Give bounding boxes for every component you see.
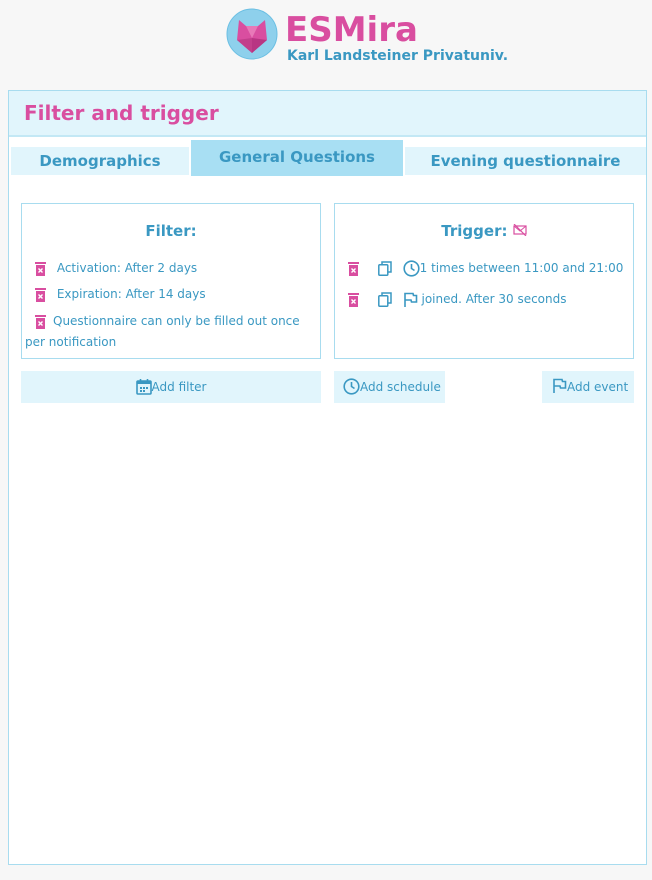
- filter-item: Activation: After 2 days: [34, 258, 314, 279]
- copy-icon[interactable]: [377, 292, 392, 307]
- trigger-box: Trigger: 1 times between 11:00 and 21:00…: [334, 203, 634, 359]
- add-filter-label: Add filter: [151, 380, 207, 394]
- trigger-title: Trigger:: [441, 222, 508, 240]
- questionnaire-tabs: Demographics General Questions Evening q…: [9, 138, 646, 176]
- panel-title: Filter and trigger: [9, 91, 646, 137]
- trigger-item: 1 times between 11:00 and 21:00: [347, 258, 632, 279]
- trigger-item: joined. After 30 seconds: [347, 289, 632, 310]
- esmira-logo-icon: [226, 8, 278, 60]
- add-filter-button[interactable]: Add filter: [21, 371, 321, 403]
- flag-icon: [403, 292, 417, 307]
- delete-icon[interactable]: [347, 292, 360, 307]
- filter-item-label: Questionnaire can only be filled out onc…: [25, 314, 300, 349]
- delete-icon[interactable]: [34, 287, 47, 302]
- flag-icon: [553, 378, 567, 393]
- delete-icon[interactable]: [34, 261, 47, 276]
- copy-icon[interactable]: [377, 261, 392, 276]
- institution-name: Karl Landsteiner Privatuniv.: [287, 48, 509, 64]
- filter-box: Filter: Activation: After 2 days Expirat…: [21, 203, 321, 359]
- filter-trigger-panel: Filter and trigger Demographics General …: [8, 90, 647, 865]
- add-schedule-button[interactable]: Add schedule: [334, 371, 445, 403]
- filter-title: Filter:: [145, 222, 197, 240]
- filter-item-label: Activation: After 2 days: [56, 261, 198, 275]
- trigger-item-label: joined. After 30 seconds: [421, 292, 567, 306]
- clock-icon: [403, 260, 420, 277]
- add-event-label: Add event: [567, 380, 629, 394]
- add-schedule-label: Add schedule: [360, 380, 441, 394]
- filter-item: Expiration: After 14 days: [34, 284, 314, 305]
- app-brand: ESMira: [285, 10, 418, 50]
- notifications-off-icon: [513, 224, 527, 236]
- tab-evening-questionnaire[interactable]: Evening questionnaire: [405, 147, 646, 175]
- add-event-button[interactable]: Add event: [542, 371, 634, 403]
- filter-item: Questionnaire can only be filled out onc…: [25, 311, 318, 353]
- trigger-title-row: Trigger:: [335, 222, 633, 240]
- tab-general-questions[interactable]: General Questions: [191, 140, 403, 176]
- clock-icon: [343, 377, 360, 395]
- delete-icon[interactable]: [347, 261, 360, 276]
- trigger-item-label: 1 times between 11:00 and 21:00: [419, 261, 624, 275]
- tab-demographics[interactable]: Demographics: [11, 147, 189, 175]
- filter-item-label: Expiration: After 14 days: [56, 287, 206, 301]
- calendar-icon: [135, 378, 152, 395]
- delete-icon[interactable]: [34, 314, 47, 329]
- app-header: ESMira Karl Landsteiner Privatuniv.: [0, 0, 652, 90]
